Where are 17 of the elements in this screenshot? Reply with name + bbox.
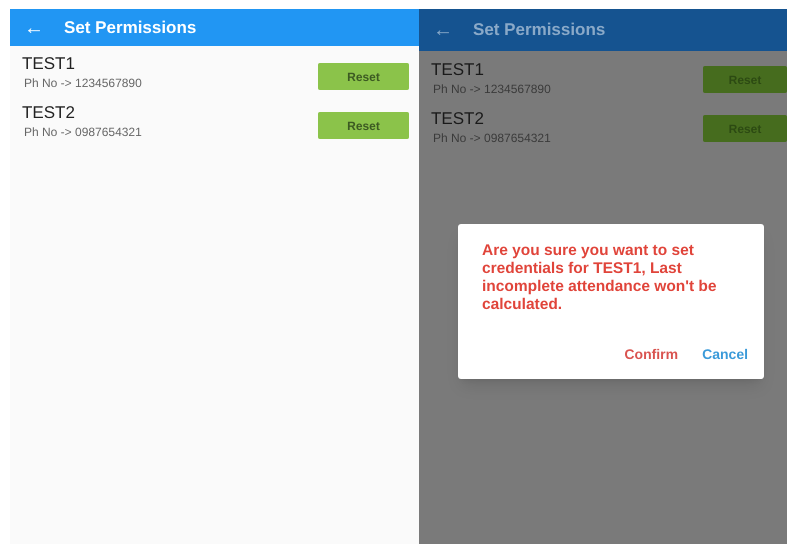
cancel-button[interactable]: Cancel <box>702 344 748 365</box>
dialog-message: Are you sure you want to set credentials for TEST1, Last incomplete attendance won't be calculated. <box>482 242 718 314</box>
phone-number: Ph No -> 1234567890 <box>23 75 142 92</box>
back-button[interactable]: ← <box>433 20 453 40</box>
phone-number: Ph No -> 1234567890 <box>432 81 551 98</box>
contact-name: TEST2 <box>431 109 485 129</box>
reset-button[interactable]: Reset <box>318 63 409 90</box>
reset-button[interactable]: Reset <box>318 112 409 139</box>
screen-title: Set Permissions <box>64 16 196 39</box>
contact-name: TEST2 <box>22 103 76 123</box>
contact-name: TEST1 <box>431 60 485 80</box>
confirm-button[interactable]: Confirm <box>624 344 678 365</box>
screen-title: Set Permissions <box>473 19 606 42</box>
phone-number: Ph No -> 0987654321 <box>432 130 551 147</box>
back-button[interactable]: ← <box>24 18 44 38</box>
contact-name: TEST1 <box>22 54 76 74</box>
phone-number: Ph No -> 0987654321 <box>23 124 142 141</box>
